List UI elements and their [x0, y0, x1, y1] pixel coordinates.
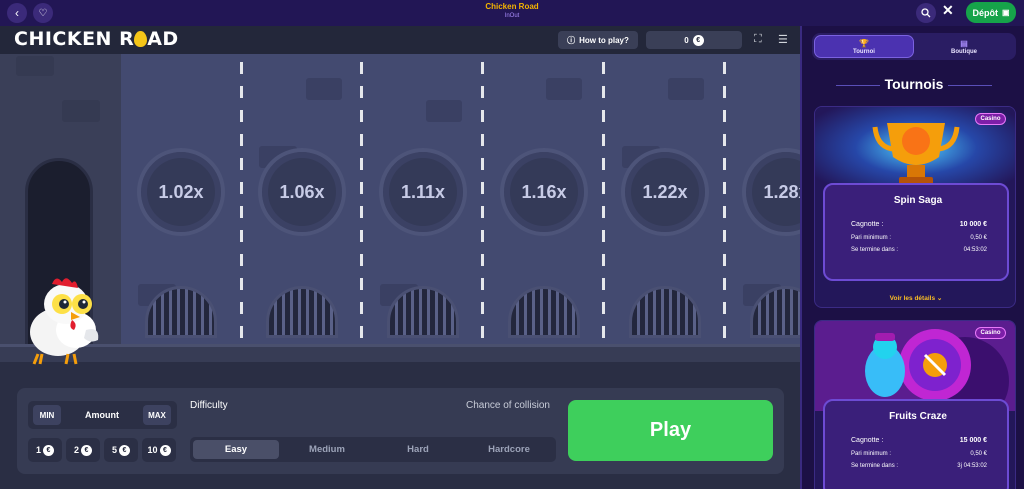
prize-row: Cagnotte : 10 000 €: [851, 221, 987, 228]
casino-badge: Casino: [975, 327, 1006, 339]
title-divider: [948, 85, 992, 86]
difficulty-easy[interactable]: Easy: [193, 440, 279, 459]
chip-1-button[interactable]: 1 €: [28, 438, 62, 462]
info-icon: ⓘ: [567, 35, 576, 45]
tournament-sidebar: 🏆 Tournoi ▤ Boutique Tournois Casino Spi…: [800, 26, 1024, 489]
difficulty-medium[interactable]: Medium: [284, 440, 370, 459]
deposit-button[interactable]: Dépôt ▣: [966, 2, 1016, 23]
ends-row: Se termine dans : 04:53:02: [851, 247, 987, 253]
sewer-grate: [629, 286, 701, 338]
game-title: Chicken Road: [485, 2, 539, 11]
tournament-card[interactable]: Casino Fruits Craze Cagnotte : 15 000 € …: [814, 320, 1016, 489]
egg-icon: [134, 31, 148, 47]
lane-divider: [723, 62, 726, 344]
wallet-icon: ▣: [1001, 8, 1010, 17]
max-button[interactable]: MAX: [143, 405, 171, 425]
chicken-road-logo: CHICKEN R AD: [14, 28, 179, 50]
chip-10-button[interactable]: 10 €: [142, 438, 176, 462]
amount-label[interactable]: Amount: [66, 405, 138, 425]
trophy-icon: 🏆: [859, 38, 869, 48]
euro-icon: €: [119, 444, 130, 456]
euro-icon: €: [81, 444, 92, 456]
fullscreen-icon[interactable]: ⛶: [754, 33, 762, 46]
chip-value: 10: [147, 445, 158, 455]
lane-multiplier[interactable]: 1.28x: [742, 148, 800, 236]
chip-5-button[interactable]: 5 €: [104, 438, 138, 462]
lane-multiplier[interactable]: 1.16x: [500, 148, 588, 236]
tab-label: Boutique: [951, 48, 977, 55]
ends-row: Se termine dans : 3j 04:53:02: [851, 463, 987, 469]
ends-value: 04:53:02: [963, 247, 987, 253]
close-button[interactable]: ✕: [942, 2, 954, 19]
min-button[interactable]: MIN: [33, 405, 61, 425]
chevron-down-icon: ⌄: [936, 295, 943, 302]
prize-row: Cagnotte : 15 000 €: [851, 437, 987, 444]
euro-icon: €: [43, 444, 54, 456]
lane-divider: [602, 62, 605, 344]
euro-icon: €: [159, 444, 171, 456]
ends-label: Se termine dans :: [851, 247, 899, 253]
chip-value: 2: [73, 445, 79, 455]
lane-divider: [481, 62, 484, 344]
prize-label: Cagnotte :: [851, 437, 884, 444]
ends-label: Se termine dans :: [851, 463, 899, 469]
road: 1.02x 1.06x 1.11x 1.16x 1.22x 1.28x: [0, 54, 800, 348]
min-bet-label: Pari minimum :: [851, 451, 892, 457]
difficulty-hard[interactable]: Hard: [375, 440, 461, 459]
chip-2-button[interactable]: 2 €: [66, 438, 100, 462]
search-icon: [921, 8, 931, 18]
sewer-grate: [508, 286, 580, 338]
tab-boutique[interactable]: ▤ Boutique: [914, 35, 1014, 58]
how-to-play-label: How to play?: [579, 35, 629, 45]
play-button[interactable]: Play: [568, 400, 773, 461]
details-label: Voir les détails: [889, 295, 936, 302]
sewer-grate: [266, 286, 338, 338]
chance-of-collision-label: Chance of collision: [466, 400, 550, 411]
tournament-info-plaque: Fruits Craze Cagnotte : 15 000 € Pari mi…: [823, 399, 1009, 489]
lane-multiplier[interactable]: 1.11x: [379, 148, 467, 236]
chicken-character: [30, 278, 99, 365]
deposit-label: Dépôt: [972, 7, 998, 18]
prize-value: 10 000 €: [959, 221, 987, 228]
prize-label: Cagnotte :: [851, 221, 884, 228]
difficulty-hardcore[interactable]: Hardcore: [466, 440, 552, 459]
close-icon: ✕: [942, 2, 954, 18]
lane-divider: [240, 62, 243, 344]
how-to-play-button[interactable]: ⓘ How to play?: [558, 31, 638, 49]
euro-icon: €: [692, 34, 704, 46]
game-provider: InOut: [504, 13, 520, 19]
lane-multiplier[interactable]: 1.22x: [621, 148, 709, 236]
tournament-card[interactable]: Casino Spin Saga Cagnotte : 10 000 € Par…: [814, 106, 1016, 308]
tab-label: Tournoi: [853, 48, 875, 55]
sidebar-title: Tournois: [884, 76, 944, 92]
prize-value: 15 000 €: [959, 437, 987, 444]
tournament-name: Spin Saga: [893, 195, 943, 206]
tournament-info-plaque: Spin Saga Cagnotte : 10 000 € Pari minim…: [823, 183, 1009, 281]
min-bet-row: Pari minimum : 0,50 €: [851, 235, 987, 241]
chip-value: 1: [35, 445, 41, 455]
balance-display: 0 €: [646, 31, 742, 49]
difficulty-label: Difficulty: [190, 400, 228, 411]
min-bet-value: 0,50 €: [970, 451, 987, 457]
balance-value: 0: [684, 35, 689, 45]
game-header: CHICKEN R AD ⓘ How to play? 0 € ⛶ ☰: [0, 26, 800, 54]
min-bet-value: 0,50 €: [970, 235, 987, 241]
top-bar: ‹ ♡ Chicken Road InOut ✕ Dépôt ▣: [0, 0, 1024, 26]
lane-multiplier[interactable]: 1.06x: [258, 148, 346, 236]
view-details-link[interactable]: Voir les détails ⌄: [815, 294, 1015, 302]
search-button[interactable]: [916, 3, 936, 23]
shop-icon: ▤: [960, 38, 968, 48]
menu-icon[interactable]: ☰: [778, 33, 788, 46]
ends-value: 3j 04:53:02: [957, 463, 987, 469]
casino-badge: Casino: [975, 113, 1006, 125]
tournament-name: Fruits Craze: [889, 411, 947, 422]
lane-divider: [360, 62, 363, 344]
chip-value: 5: [111, 445, 117, 455]
lane-multiplier[interactable]: 1.02x: [137, 148, 225, 236]
min-bet-row: Pari minimum : 0,50 €: [851, 451, 987, 457]
min-bet-label: Pari minimum :: [851, 235, 892, 241]
sidewalk-curb: [0, 344, 800, 362]
tab-tournoi[interactable]: 🏆 Tournoi: [814, 35, 914, 58]
